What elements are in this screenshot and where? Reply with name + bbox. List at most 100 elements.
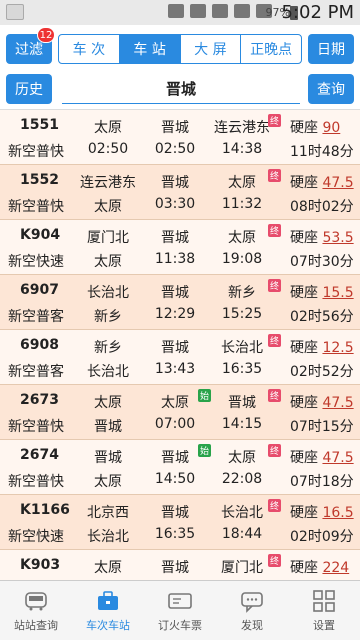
origin-station: 太原	[94, 560, 122, 576]
depart-time: 13:43	[154, 361, 196, 377]
seat-info: 硬座 16.5	[290, 502, 354, 522]
seat-info: 硬座 90	[290, 117, 340, 137]
terminal-station: 长治北	[221, 505, 263, 521]
terminal-tag-icon: 终	[268, 279, 281, 292]
terminal-tag-icon: 终	[268, 444, 281, 457]
seat-info: 硬座 47.5	[290, 172, 354, 192]
nav-label: 订火车票	[158, 618, 202, 632]
nav-discover[interactable]: 发现	[216, 581, 288, 640]
depart-time: 03:30	[154, 196, 196, 212]
seat-type: 硬座	[290, 120, 318, 136]
station-input[interactable]: 晋城	[62, 74, 300, 104]
price-link[interactable]: 12.5	[322, 340, 353, 356]
train-row[interactable]: 1552 连云港东 晋城 太原 硬座 47.5 新空普快 太原 03:30 11:32 08时02…	[0, 165, 360, 220]
price-link[interactable]: 15.5	[322, 285, 353, 301]
seat-info: 硬座 224	[290, 557, 349, 577]
train-number: 2673	[20, 392, 59, 408]
nav-station-query[interactable]: 站站查询	[0, 581, 72, 640]
terminal-tag-icon: 终	[268, 389, 281, 402]
train-row[interactable]: 6907 长治北 晋城 新乡 硬座 15.5 新空普客 新乡 12:29 15:25 02时56分…	[0, 275, 360, 330]
train-type: 新空普快	[8, 419, 64, 435]
seat-info: 硬座 15.5	[290, 282, 354, 302]
nav-settings[interactable]: 设置	[288, 581, 360, 640]
seat-info: 硬座 47.5	[290, 392, 354, 412]
train-type: 新空普客	[8, 309, 64, 325]
nav-label: 发现	[241, 618, 263, 632]
duration: 07时30分	[290, 254, 354, 270]
nav-label: 设置	[313, 618, 335, 632]
current-station: 晋城	[161, 505, 189, 521]
origin-station: 长治北	[87, 285, 129, 301]
seat-info: 硬座 53.5	[290, 227, 354, 247]
seat-type: 硬座	[290, 230, 318, 246]
arrive-time: 15:25	[221, 306, 263, 322]
tab-big-screen[interactable]: 大 屏	[181, 35, 242, 63]
train-type: 新空普快	[8, 199, 64, 215]
price-link[interactable]: 224	[322, 560, 349, 576]
terminal-station: 长治北	[221, 340, 263, 356]
train-row[interactable]: K1166 北京西 晋城 长治北 硬座 16.5 新空快速 长治北 16:35 18:44 02时…	[0, 495, 360, 550]
terminal-tag-icon: 终	[268, 554, 281, 567]
price-link[interactable]: 47.5	[322, 175, 353, 191]
tab-train-no[interactable]: 车 次	[59, 35, 120, 63]
train-number: K903	[20, 557, 61, 573]
row-secondary-station: 长治北	[87, 529, 129, 545]
terminal-station: 新乡	[228, 285, 256, 301]
train-number: K904	[20, 227, 61, 243]
price-link[interactable]: 47.5	[322, 450, 353, 466]
terminal-station: 太原	[228, 230, 256, 246]
depart-time: 02:50	[154, 141, 196, 157]
terminal-tag-icon: 终	[268, 224, 281, 237]
query-button[interactable]: 查询	[308, 74, 354, 104]
nav-book-ticket[interactable]: 订火车票	[144, 581, 216, 640]
origin-station: 北京西	[87, 505, 129, 521]
train-type: 新空普客	[8, 364, 64, 380]
train-row[interactable]: 6908 新乡 晋城 长治北 硬座 12.5 新空普客 长治北 13:43 16:35 02时52…	[0, 330, 360, 385]
seat-type: 硬座	[290, 340, 318, 356]
chat-icon	[241, 591, 263, 613]
train-row[interactable]: 1551 太原 晋城 连云港东 硬座 90 新空普快 02:50 02:50 14:38 11时4…	[0, 110, 360, 165]
arrive-time: 19:08	[221, 251, 263, 267]
origin-station: 晋城	[94, 450, 122, 466]
origin-station: 新乡	[94, 340, 122, 356]
train-row[interactable]: K903 太原 晋城 厦门北 硬座 224 终	[0, 550, 360, 580]
row-secondary-station: 新乡	[94, 309, 122, 325]
train-number: 2674	[20, 447, 59, 463]
history-button[interactable]: 历史	[6, 74, 52, 104]
sim-icon	[234, 4, 250, 18]
gallery-notification-icon	[6, 4, 24, 20]
train-row[interactable]: K904 厦门北 晋城 太原 硬座 53.5 新空快速 太原 11:38 19:08 07时30分…	[0, 220, 360, 275]
terminal-station: 连云港东	[214, 120, 270, 136]
row-secondary-station: 长治北	[87, 364, 129, 380]
row-secondary-station: 太原	[94, 254, 122, 270]
depart-time: 12:29	[154, 306, 196, 322]
status-icons	[168, 4, 272, 18]
train-row[interactable]: 2673 太原 太原 晋城 硬座 47.5 新空普快 晋城 07:00 14:15 07时15分终…	[0, 385, 360, 440]
settings-grid-icon	[313, 589, 335, 612]
price-link[interactable]: 90	[322, 120, 340, 136]
eye-icon	[168, 4, 184, 18]
origin-station: 连云港东	[80, 175, 136, 191]
price-link[interactable]: 16.5	[322, 505, 353, 521]
clock: 5:02 PM	[281, 2, 354, 23]
bottom-nav: 站站查询 车次车站 订火车票 发现 设置	[0, 580, 360, 640]
price-link[interactable]: 53.5	[322, 230, 353, 246]
row-secondary-station: 晋城	[94, 419, 122, 435]
tab-punctuality[interactable]: 正晚点	[241, 35, 301, 63]
current-station: 晋城	[161, 175, 189, 191]
train-row[interactable]: 2674 晋城 晋城 太原 硬座 47.5 新空普快 太原 14:50 22:08 07时18分终…	[0, 440, 360, 495]
nav-train-station[interactable]: 车次车站	[72, 581, 144, 640]
seat-type: 硬座	[290, 505, 318, 521]
duration: 07时15分	[290, 419, 354, 435]
tab-station[interactable]: 车 站	[119, 35, 181, 63]
price-link[interactable]: 47.5	[322, 395, 353, 411]
seat-type: 硬座	[290, 450, 318, 466]
nav-label: 站站查询	[14, 618, 58, 632]
origin-station: 厦门北	[87, 230, 129, 246]
date-button[interactable]: 日期	[308, 34, 354, 64]
duration: 07时18分	[290, 474, 354, 490]
origin-station: 太原	[94, 395, 122, 411]
mode-tabs: 车 次 车 站 大 屏 正晚点	[58, 34, 302, 64]
terminal-tag-icon: 终	[268, 114, 281, 127]
train-list[interactable]: 1551 太原 晋城 连云港东 硬座 90 新空普快 02:50 02:50 14:38 11时4…	[0, 110, 360, 580]
